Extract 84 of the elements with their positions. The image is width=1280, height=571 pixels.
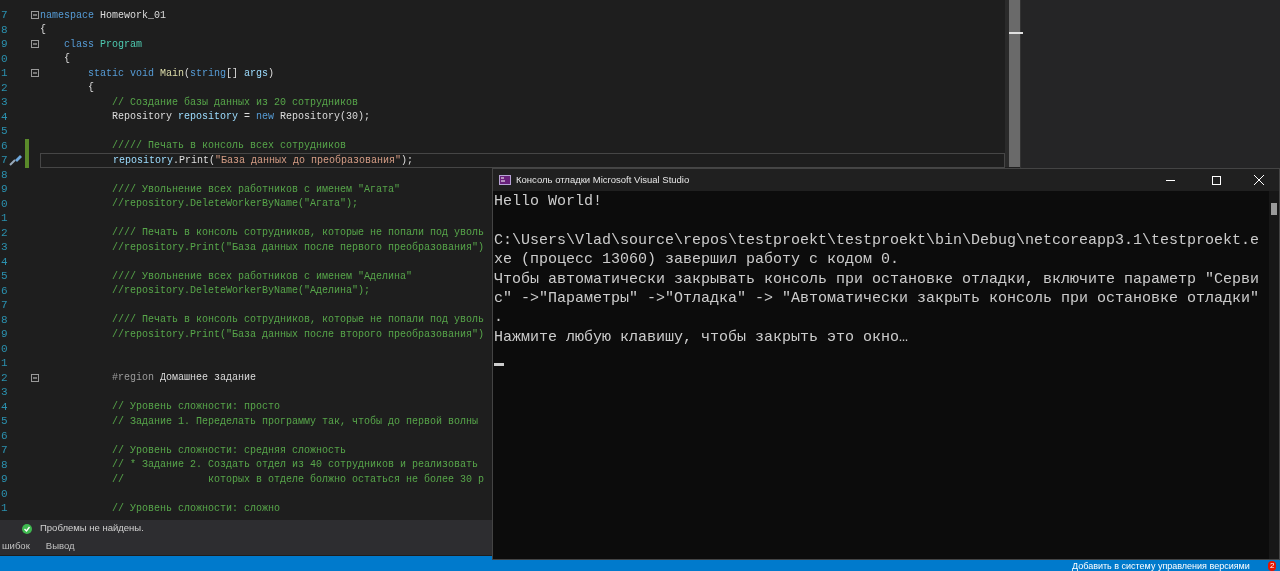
line-number: 8: [0, 167, 9, 183]
code-line: // Задание 1. Переделать программу так, чтобы до первой волны: [111, 414, 479, 429]
console-output-line: Hello World!: [494, 192, 604, 212]
console-output-line: Чтобы автоматически закрывать консоль при остановке отладки, включите параметр "Серви: [494, 269, 1261, 289]
line-number: 4: [0, 254, 9, 270]
check-icon: [22, 523, 32, 534]
console-output-line: .: [494, 308, 504, 328]
line-number: 1: [0, 501, 9, 516]
code-line: //// Печать в консоль сотрудников, которые не попали под уволь: [111, 313, 485, 328]
code-line: Repository repository = new Repository(30);: [111, 110, 371, 125]
problems-status: Проблемы не найдены.: [40, 521, 144, 536]
line-number: 7: [0, 153, 9, 168]
line-number: 9: [0, 182, 9, 197]
code-line: //// Увольнение всех работников с именем "Агата": [111, 182, 401, 197]
console-scrollbar[interactable]: [1269, 191, 1279, 559]
line-number: 5: [0, 269, 9, 284]
line-number: 2: [0, 80, 9, 96]
line-number: 1: [0, 211, 9, 226]
console-output-line: xe (процесс 13060) завершил работу с кодом 0.: [494, 250, 901, 270]
line-number: 5: [0, 124, 9, 139]
code-line: //// Увольнение всех работников с именем "Аделина": [111, 269, 413, 284]
code-line: //repository.Print("База данных после первого преобразования"): [111, 240, 485, 255]
code-line: //repository.DeleteWorkerByName("Агата");: [111, 197, 359, 212]
code-line: {: [40, 23, 46, 38]
line-number: 4: [0, 109, 9, 125]
notification-badge: 2: [1268, 561, 1277, 571]
code-line: ///// Печать в консоль всех сотрудников: [111, 139, 347, 154]
line-number: 7: [0, 8, 9, 23]
collapse-icon[interactable]: [30, 373, 39, 382]
line-number: 3: [0, 385, 9, 400]
line-number: 5: [0, 414, 9, 429]
line-number: 9: [0, 472, 9, 487]
line-number: 3: [0, 240, 9, 255]
console-output-line: C:\Users\Vlad\source\repos\testproekt\testproekt\bin\Debug\netcoreapp3.1\testproekt.e: [494, 230, 1261, 251]
code-line: static void Main(string[] args): [87, 66, 275, 81]
editor-scrollbar[interactable]: [1005, 0, 1020, 167]
code-line: // Уровень сложности: средняя сложность: [111, 443, 347, 458]
line-number: 0: [0, 196, 9, 212]
line-number: 1: [0, 66, 9, 81]
line-number: 6: [0, 428, 9, 444]
line-number: 0: [0, 51, 9, 67]
line-number: 6: [0, 283, 9, 299]
line-number: 7: [0, 298, 9, 313]
window-title: Консоль отладки Microsoft Visual Studio: [516, 172, 690, 187]
line-number: 8: [0, 457, 9, 473]
collapse-icon[interactable]: [30, 69, 39, 78]
line-number: 1: [0, 356, 9, 371]
line-number: 8: [0, 22, 9, 38]
line-number: 0: [0, 486, 9, 502]
code-line: namespace Homework_01: [40, 8, 167, 23]
code-line: // Уровень сложности: сложно: [111, 501, 281, 516]
close-icon: [1254, 175, 1264, 185]
source-control-button[interactable]: Добавить в систему управления версиями: [1072, 561, 1250, 571]
panel-tab[interactable]: Вывод: [43, 538, 77, 554]
text-cursor: [494, 363, 504, 367]
console-output-line: Нажмите любую клавишу, чтобы закрыть это окно…: [494, 327, 910, 348]
code-line: //// Печать в консоль сотрудников, которые не попали под уволь: [111, 226, 485, 241]
code-line: #region Домашнее задание: [111, 371, 257, 386]
line-number: 9: [0, 327, 9, 342]
code-line: // Создание базы данных из 20 сотрудников: [111, 95, 359, 110]
collapse-icon[interactable]: [30, 40, 39, 49]
panel-tab[interactable]: шибок: [0, 538, 32, 554]
code-line: {: [63, 52, 70, 67]
code-line: repository.Print("База данных до преобразования");: [112, 153, 414, 168]
code-line: //repository.DeleteWorkerByName("Аделина");: [111, 284, 371, 299]
code-line: // которых в отделе болжно остаться не более 30 р: [111, 472, 485, 487]
line-number: 6: [0, 138, 9, 154]
line-number: 0: [0, 341, 9, 357]
line-number: 8: [0, 312, 9, 328]
line-number: 3: [0, 95, 9, 110]
code-line: // Уровень сложности: просто: [111, 400, 281, 415]
line-number: 7: [0, 443, 9, 458]
line-number: 2: [0, 225, 9, 241]
line-number: 9: [0, 37, 9, 52]
code-line: {: [87, 81, 94, 96]
code-line: // * Задание 2. Создать отдел из 40 сотрудников и реализовать: [111, 458, 479, 473]
console-output-line: с" ->"Параметры" ->"Отладка" -> "Автоматически закрыть консоль при остановке отладки": [494, 289, 1261, 309]
console-app-icon: [499, 175, 511, 185]
code-line: class Program: [63, 37, 143, 52]
collapse-icon[interactable]: [30, 11, 39, 20]
screwdriver-icon[interactable]: [9, 154, 23, 167]
line-number: 2: [0, 370, 9, 386]
line-number: 4: [0, 399, 9, 415]
code-line: //repository.Print("База данных после второго преобразования"): [111, 327, 485, 342]
